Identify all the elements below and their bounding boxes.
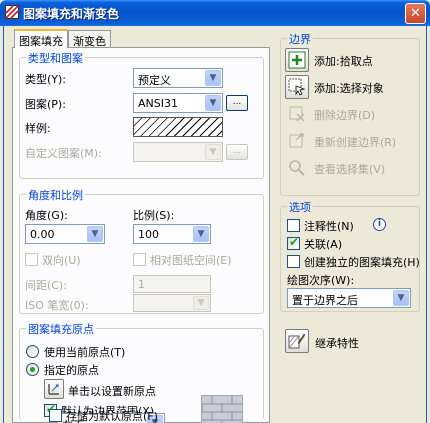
double-label: 双向(U) bbox=[42, 254, 81, 267]
view-selections-label: 查看选择集(V) bbox=[314, 163, 386, 176]
radio-dot-icon bbox=[30, 367, 35, 372]
pattern-select[interactable]: ANSI31 ▼ bbox=[133, 93, 223, 113]
associative-checkbox[interactable]: ✔ bbox=[287, 235, 300, 250]
set-origin-button[interactable] bbox=[44, 379, 64, 399]
double-checkbox[interactable] bbox=[25, 253, 38, 266]
recreate-boundary-icon bbox=[289, 133, 304, 148]
crosshair-origin-icon bbox=[48, 384, 59, 395]
chevron-down-icon: ▼ bbox=[87, 226, 103, 242]
pattern-sample-swatch[interactable] bbox=[133, 117, 223, 137]
brick-pattern-icon bbox=[201, 396, 242, 423]
specified-origin-radio[interactable] bbox=[26, 363, 39, 376]
spacing-input[interactable]: 1 bbox=[133, 275, 211, 293]
scale-value: 100 bbox=[138, 228, 159, 241]
add-pick-points-label: 添加:拾取点 bbox=[314, 55, 373, 68]
sample-label: 样例: bbox=[25, 122, 51, 135]
custom-browse-label: ... bbox=[232, 146, 242, 156]
info-icon[interactable]: i bbox=[373, 218, 386, 231]
angle-value: 0.00 bbox=[30, 228, 55, 241]
pattern-label: 图案(P): bbox=[25, 98, 66, 111]
custom-browse-button[interactable]: ... bbox=[226, 144, 248, 160]
scale-label: 比例(S): bbox=[133, 209, 175, 222]
close-button[interactable]: ✕ bbox=[405, 3, 426, 24]
tab-hatch[interactable]: 图案填充 bbox=[14, 29, 68, 48]
relative-paper-checkbox[interactable] bbox=[133, 253, 146, 266]
click-set-origin-label: 单击以设置新原点 bbox=[68, 385, 156, 398]
select-objects-icon bbox=[288, 78, 306, 96]
chevron-down-icon: ▼ bbox=[205, 95, 221, 111]
custom-pattern-label: 自定义图案(M): bbox=[25, 147, 102, 160]
options-title: 选项 bbox=[287, 199, 313, 215]
recreate-boundary-label: 重新创建边界(R) bbox=[314, 136, 397, 149]
relative-paper-label: 相对图纸空间(E) bbox=[150, 254, 232, 267]
boundaries-group: 边界 添加:拾取点 添加:选择对象 删除边界(D) 重新创建边界(R) 查看选择… bbox=[280, 31, 420, 196]
inherit-properties-button[interactable] bbox=[285, 329, 309, 353]
separate-hatches-label: 创建独立的图案填充(H) bbox=[304, 256, 420, 269]
type-select[interactable]: 预定义 ▼ bbox=[133, 68, 223, 88]
hatch-app-icon bbox=[5, 5, 19, 19]
inherit-properties-label: 继承特性 bbox=[315, 337, 359, 350]
type-pattern-group: 类型和图案 类型(Y): 预定义 ▼ 图案(P): ANSI31 ▼ ... 样… bbox=[19, 50, 264, 179]
checkmark-icon: ✔ bbox=[289, 235, 300, 249]
associative-label: 关联(A) bbox=[304, 238, 343, 251]
draw-order-value: 置于边界之后 bbox=[292, 294, 358, 307]
angle-select[interactable]: 0.00 ▼ bbox=[25, 224, 105, 244]
pattern-browse-label: ... bbox=[232, 97, 242, 107]
pattern-browse-button[interactable]: ... bbox=[226, 95, 248, 111]
use-current-origin-label: 使用当前原点(T) bbox=[44, 346, 126, 359]
draw-order-select[interactable]: 置于边界之后 ▼ bbox=[287, 288, 411, 308]
use-current-origin-radio[interactable] bbox=[26, 345, 39, 358]
window-title: 图案填充和渐变色 bbox=[23, 7, 120, 21]
view-selections-button[interactable] bbox=[285, 156, 309, 180]
store-default-origin-label: 存储为默认原点(F) bbox=[66, 410, 158, 423]
annotative-checkbox[interactable] bbox=[287, 219, 300, 232]
store-default-origin-checkbox[interactable] bbox=[49, 409, 62, 422]
iso-pen-width-label: ISO 笔宽(0): bbox=[25, 299, 89, 312]
tab-hatch-label: 图案填充 bbox=[19, 35, 63, 48]
close-icon: ✕ bbox=[410, 6, 421, 21]
remove-boundaries-button[interactable] bbox=[285, 102, 309, 126]
spacing-value: 1 bbox=[138, 278, 145, 291]
tab-gradient[interactable]: 渐变色 bbox=[68, 30, 111, 48]
remove-boundary-icon bbox=[289, 106, 305, 122]
pick-point-icon bbox=[288, 51, 306, 69]
options-group: 选项 注释性(N) i ✔ 关联(A) 创建独立的图案填充(H) 绘图次序(W)… bbox=[280, 199, 420, 312]
pattern-value: ANSI31 bbox=[138, 97, 178, 110]
annotative-label: 注释性(N) bbox=[304, 220, 354, 233]
scale-select[interactable]: 100 ▼ bbox=[133, 224, 211, 244]
draw-order-label: 绘图次序(W): bbox=[287, 274, 355, 287]
add-pick-points-button[interactable] bbox=[285, 48, 309, 72]
info-glyph: i bbox=[377, 219, 382, 229]
add-select-objects-label: 添加:选择对象 bbox=[314, 82, 384, 95]
specified-origin-label: 指定的原点 bbox=[44, 364, 99, 377]
boundaries-title: 边界 bbox=[287, 31, 313, 47]
chevron-down-icon: ▼ bbox=[205, 144, 221, 160]
type-label: 类型(Y): bbox=[25, 73, 67, 86]
title-bar: 图案填充和渐变色 ✕ bbox=[0, 0, 430, 26]
angle-label: 角度(G): bbox=[25, 209, 68, 222]
custom-pattern-select[interactable]: ▼ bbox=[133, 142, 223, 162]
chevron-down-icon: ▼ bbox=[205, 70, 221, 86]
angle-scale-title: 角度和比例 bbox=[26, 187, 85, 203]
hatch-origin-title: 图案填充原点 bbox=[26, 321, 96, 337]
separate-hatches-checkbox[interactable] bbox=[287, 255, 300, 268]
type-pattern-title: 类型和图案 bbox=[26, 50, 85, 66]
chevron-down-icon: ▼ bbox=[193, 296, 209, 310]
spacing-label: 间距(C): bbox=[25, 279, 67, 292]
recreate-boundary-button[interactable] bbox=[285, 129, 309, 153]
hatch-origin-group: 图案填充原点 使用当前原点(T) 指定的原点 单击以设置新原点 ✔ 默认为边界范… bbox=[19, 321, 264, 423]
hatch-tab-panel: 类型和图案 类型(Y): 预定义 ▼ 图案(P): ANSI31 ▼ ... 样… bbox=[12, 47, 270, 423]
origin-preview-icon bbox=[201, 395, 243, 423]
magnifier-icon bbox=[289, 160, 305, 176]
dialog-client: 图案填充 渐变色 类型和图案 类型(Y): 预定义 ▼ 图案(P): ANSI3… bbox=[3, 26, 427, 423]
add-select-objects-button[interactable] bbox=[285, 75, 309, 99]
iso-pen-width-select[interactable]: ▼ bbox=[133, 294, 211, 312]
inherit-brush-icon bbox=[288, 333, 306, 349]
angle-scale-group: 角度和比例 角度(G): 比例(S): 0.00 ▼ 100 ▼ 双向(U) 相… bbox=[19, 187, 264, 314]
chevron-down-icon: ▼ bbox=[193, 226, 209, 242]
type-value: 预定义 bbox=[138, 74, 171, 87]
chevron-down-icon: ▼ bbox=[393, 290, 409, 306]
remove-boundaries-label: 删除边界(D) bbox=[314, 109, 376, 122]
